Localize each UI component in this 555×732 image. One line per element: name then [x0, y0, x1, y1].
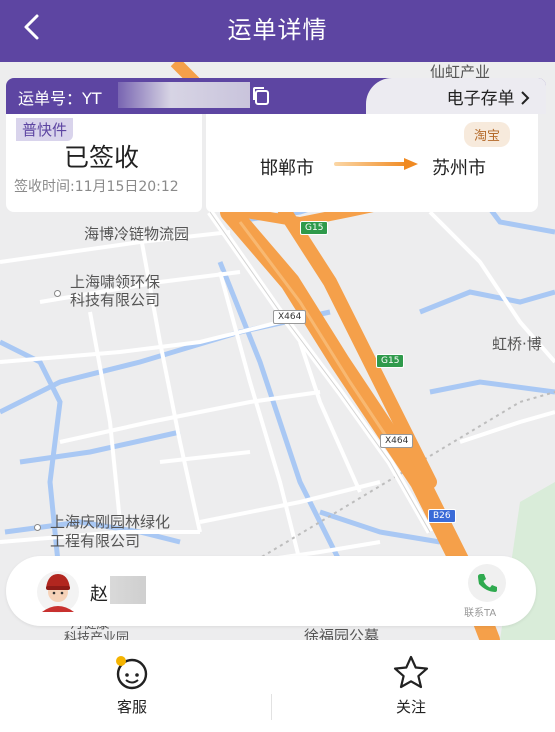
delivery-status: 已签收 [64, 143, 140, 172]
waybill-bar: 运单号：YT 电子存单 [6, 78, 546, 114]
copy-icon[interactable] [250, 85, 272, 107]
call-label: 联系TA [464, 608, 497, 619]
courier-name-mask [110, 576, 146, 604]
e-receipt-link[interactable]: 电子存单 [447, 84, 530, 109]
courier-name: 赵 [90, 584, 108, 605]
waybill-number: 运单号：YT [18, 89, 102, 108]
waybill-number-mask [118, 82, 250, 108]
road-badge-g15: G15 [376, 354, 405, 368]
status-panel: 普快件 已签收 签收时间:11月15日20:12 [6, 114, 202, 212]
shipment-info-card: 普快件 已签收 签收时间:11月15日20:12 淘宝 邯郸市 苏州市 [6, 114, 538, 212]
destination-city: 苏州市 [432, 158, 486, 179]
road-badge-b26: B26 [428, 509, 456, 523]
chevron-right-icon [521, 91, 530, 105]
e-receipt-label: 电子存单 [446, 89, 515, 109]
follow-button[interactable]: 关注 [351, 654, 471, 717]
road-badge-x464: X464 [273, 310, 307, 324]
route-panel: 淘宝 邯郸市 苏州市 [206, 114, 538, 212]
courier-card: 赵 联系TA [6, 556, 536, 626]
sign-time: 签收时间:11月15日20:12 [14, 179, 179, 195]
platform-badge: 淘宝 [463, 122, 510, 147]
follow-label: 关注 [395, 698, 426, 716]
customer-service-icon [116, 656, 148, 690]
map-poi-label: 科技产业园 [64, 631, 130, 640]
map-poi-label: 科技有限公司 [70, 291, 161, 309]
header: 运单详情 [0, 0, 555, 62]
star-icon [393, 655, 429, 689]
courier-avatar-icon [37, 571, 79, 613]
map-poi-label: 海博冷链物流园 [84, 225, 190, 243]
map-poi-dot [54, 290, 61, 297]
map-poi-label: 徐福园公墓 [304, 627, 380, 640]
road-badge-g15: G15 [300, 221, 329, 235]
customer-service-label: 客服 [116, 698, 147, 716]
page-title: 运单详情 [227, 16, 328, 44]
customer-service-button[interactable]: 客服 [72, 654, 192, 717]
route-arrow-icon [334, 158, 418, 170]
origin-city: 邯郸市 [260, 158, 314, 179]
bottom-action-bar: 客服 关注 [0, 640, 555, 732]
map-poi-label: 虹桥·博 [492, 335, 542, 353]
call-button[interactable] [468, 564, 506, 602]
map-poi-label: 上海庆刚园林绿化 [50, 513, 171, 531]
bottom-bar-divider [271, 694, 272, 720]
phone-icon [478, 574, 497, 592]
map-poi-label: 工程有限公司 [50, 532, 141, 550]
map-poi-dot [34, 524, 41, 531]
road-badge-x464: X464 [380, 434, 414, 448]
